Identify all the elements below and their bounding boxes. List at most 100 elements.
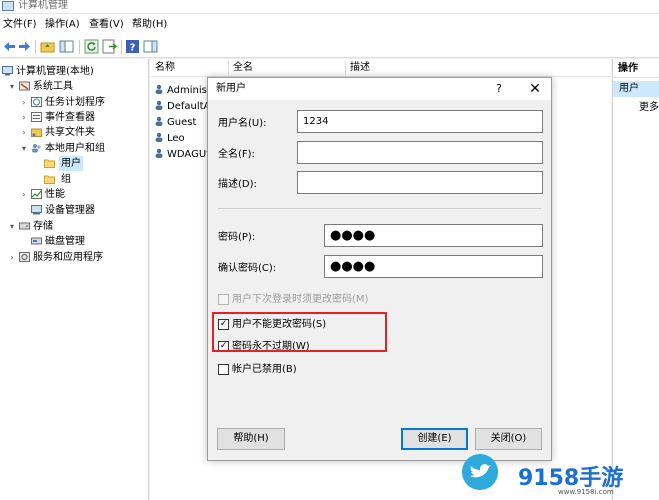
menu-file[interactable]: 文件(F) (3, 18, 37, 32)
disk-icon (31, 237, 42, 245)
column-divider[interactable] (228, 61, 229, 75)
shared-folder-icon (31, 128, 42, 137)
user-name: WDAGUt (167, 149, 211, 160)
expand-arrow-icon[interactable]: › (20, 125, 28, 140)
annotation-highlight-box (212, 312, 387, 352)
toolbar-separator (35, 40, 36, 54)
window-title: 计算机管理 (18, 0, 68, 11)
tree-label: 本地用户和组 (45, 143, 105, 154)
storage-icon (19, 222, 30, 230)
user-name: Administ (167, 85, 211, 96)
tree-label: 性能 (45, 189, 65, 200)
svg-text:?: ? (130, 43, 136, 54)
show-hide-tree-icon[interactable] (59, 39, 74, 54)
menu-action[interactable]: 操作(A) (45, 18, 80, 32)
tree-label: 共享文件夹 (45, 127, 95, 138)
clock-icon (31, 97, 42, 107)
column-divider[interactable] (345, 61, 346, 75)
more-actions-link[interactable]: 更多 (639, 101, 659, 115)
help-icon[interactable]: ? (125, 39, 140, 54)
username-input[interactable]: 1234 (297, 110, 543, 133)
users-group-icon (32, 144, 41, 153)
list-item[interactable]: DefaultA (154, 99, 210, 114)
folder-icon (44, 159, 55, 168)
help-button-icon[interactable]: ? (491, 80, 507, 98)
user-icon (155, 148, 163, 158)
navigation-tree: 计算机管理(本地) ▾ 系统工具 › 任务计划程序 › 事件查看器 › 共享文件… (0, 59, 149, 500)
description-input[interactable] (297, 171, 543, 194)
expand-arrow-icon[interactable]: › (8, 250, 16, 265)
actions-pane: 操作 用户 更多 (612, 59, 659, 500)
computer-management-icon (2, 1, 14, 11)
expand-arrow-icon[interactable]: ▾ (8, 219, 16, 234)
forward-icon[interactable] (17, 39, 32, 54)
help-button[interactable]: 帮助(H) (217, 428, 285, 450)
twitter-bird-logo (462, 454, 498, 490)
column-header-description[interactable]: 描述 (350, 62, 370, 74)
services-icon (19, 252, 30, 262)
tree-label: 任务计划程序 (45, 97, 105, 108)
user-icon (155, 100, 163, 110)
fullname-label: 全名(F): (218, 149, 255, 160)
user-name: DefaultA (167, 101, 211, 112)
actions-section-users[interactable]: 用户 (613, 81, 659, 97)
tree-label: 服务和应用程序 (33, 252, 103, 263)
password-label: 密码(P): (218, 232, 256, 243)
tree-label: 计算机管理(本地) (16, 66, 94, 77)
tree-label: 磁盘管理 (45, 236, 85, 247)
watermark: 9158手游 www.9158i.com (462, 452, 659, 500)
menu-view[interactable]: 查看(V) (89, 18, 124, 32)
tree-label: 存储 (33, 221, 53, 232)
dialog-title-bar: 新用户 ? ✕ (208, 78, 551, 100)
performance-icon (31, 189, 42, 199)
checkbox-label: 用户下次登录时须更改密码(M) (232, 294, 369, 305)
close-button[interactable]: 关闭(O) (475, 428, 542, 450)
expand-arrow-icon[interactable]: ▾ (8, 79, 16, 94)
up-folder-icon[interactable] (40, 39, 55, 54)
menu-help[interactable]: 帮助(H) (132, 18, 167, 32)
device-manager-icon (31, 205, 42, 215)
confirm-password-label: 确认密码(C): (218, 263, 277, 274)
expand-arrow-icon[interactable]: ▾ (20, 141, 28, 156)
tree-label: 组 (61, 174, 71, 185)
dialog-title: 新用户 (216, 83, 246, 94)
user-name: Guest (167, 117, 197, 128)
refresh-icon[interactable] (84, 39, 99, 54)
computer-icon (2, 66, 13, 76)
toolbar: ? (0, 36, 659, 58)
toolbar-separator (121, 40, 122, 54)
toolbar-separator (79, 40, 80, 54)
confirm-password-input[interactable]: ●●●● (324, 255, 543, 278)
list-item[interactable]: Guest (154, 115, 196, 130)
show-action-pane-icon[interactable] (143, 39, 158, 54)
create-button[interactable]: 创建(E) (401, 428, 468, 450)
close-icon[interactable]: ✕ (526, 79, 544, 99)
title-bar: 计算机管理 (0, 0, 659, 14)
expand-arrow-icon[interactable]: › (20, 187, 28, 202)
checkbox-box[interactable] (218, 294, 229, 305)
list-item[interactable]: WDAGUt (154, 147, 210, 162)
user-icon (155, 84, 163, 94)
back-icon[interactable] (2, 39, 17, 54)
tree-label: 事件查看器 (45, 112, 95, 123)
expand-arrow-icon[interactable]: › (20, 110, 28, 125)
user-icon (155, 132, 163, 142)
divider (218, 208, 541, 209)
watermark-url: www.9158i.com (558, 488, 614, 496)
description-label: 描述(D): (218, 179, 257, 190)
list-item[interactable]: Administ (154, 83, 211, 98)
user-icon (155, 116, 163, 126)
tools-icon (19, 81, 30, 91)
column-header-name[interactable]: 名称 (155, 62, 175, 74)
menu-bar: 文件(F) 操作(A) 查看(V) 帮助(H) (0, 14, 659, 36)
username-label: 用户名(U): (218, 118, 267, 129)
password-input[interactable]: ●●●● (324, 224, 543, 247)
column-header-fullname[interactable]: 全名 (233, 62, 253, 74)
fullname-input[interactable] (297, 141, 543, 164)
user-name: Leo (167, 133, 185, 144)
export-list-icon[interactable] (102, 39, 117, 54)
checkbox-box[interactable] (218, 364, 229, 375)
expand-arrow-icon[interactable]: › (20, 95, 28, 110)
event-log-icon (31, 112, 42, 122)
list-item[interactable]: Leo (154, 131, 185, 146)
